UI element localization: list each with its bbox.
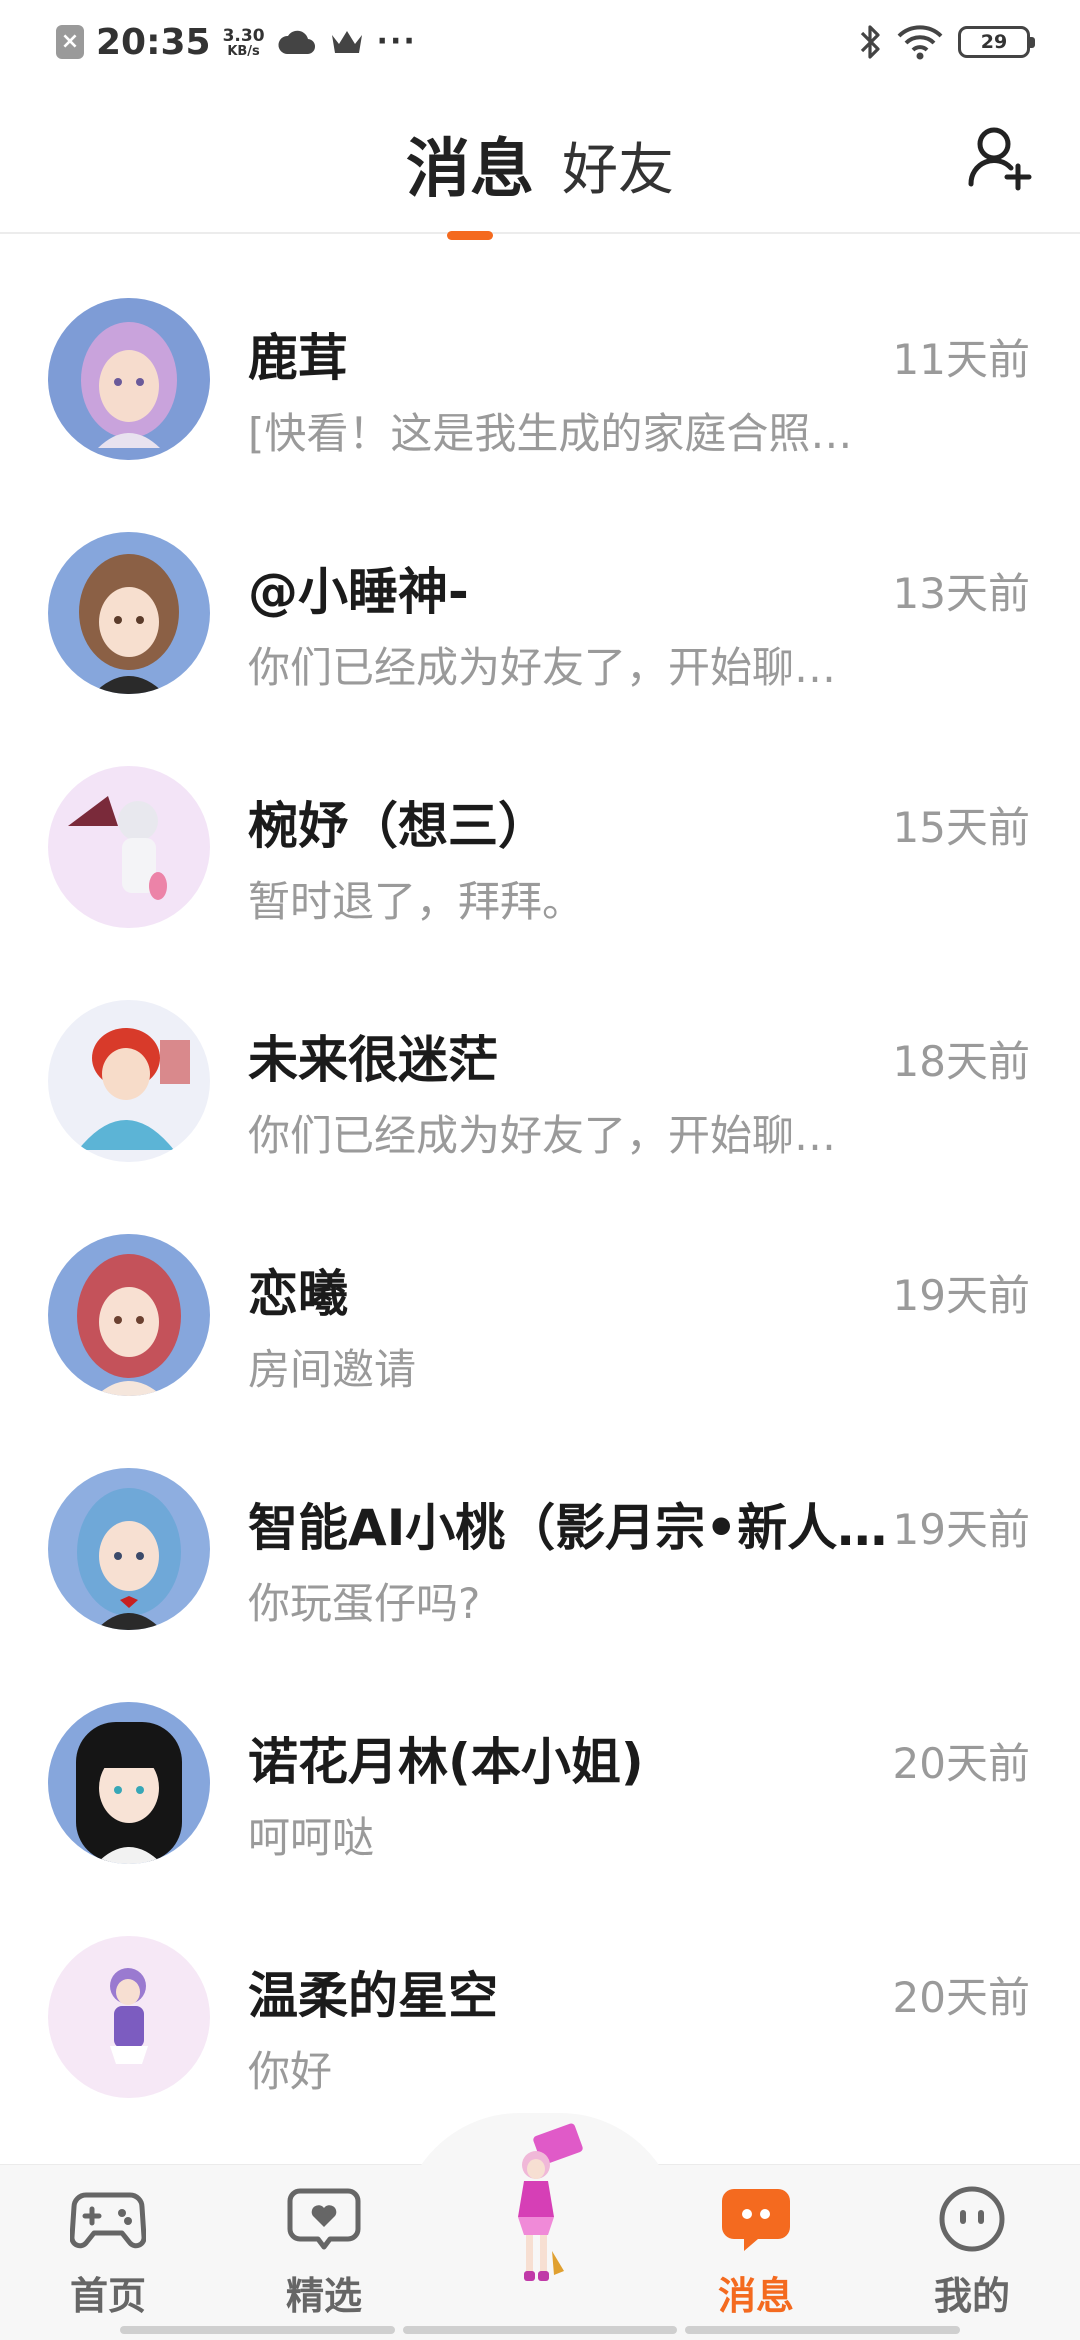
bottom-nav: 首页 精选 消息 我的: [0, 2113, 1080, 2340]
message-time: 20天前: [892, 1739, 1030, 1788]
add-person-icon: [968, 127, 1032, 191]
contact-name: 椀妤（想三）: [248, 797, 548, 855]
tab-messages[interactable]: 消息: [392, 118, 548, 240]
conversation-item[interactable]: 诺花月林(本小姐) 20天前 呵呵哒: [0, 1640, 1080, 1874]
contact-name: 恋曦: [248, 1265, 348, 1323]
notification-close-icon: ×: [56, 25, 84, 59]
nav-home[interactable]: 首页: [18, 2179, 198, 2320]
heart-chat-icon: [284, 2179, 364, 2259]
avatar: [48, 532, 210, 694]
message-preview: 暂时退了，拜拜。: [248, 877, 585, 926]
contact-name: 诺花月林(本小姐): [248, 1733, 644, 1791]
add-friend-button[interactable]: [966, 124, 1036, 194]
conversation-item[interactable]: 未来很迷茫 18天前 你们已经成为好友了，开始聊…: [0, 938, 1080, 1172]
status-time: 20:35: [96, 21, 211, 63]
avatar: [48, 766, 210, 928]
battery-icon: 29: [958, 26, 1035, 58]
character-avatar-button[interactable]: [480, 2121, 600, 2301]
message-preview: 房间邀请: [248, 1345, 417, 1394]
avatar: [48, 1702, 210, 1864]
nav-profile[interactable]: 我的: [882, 2179, 1062, 2320]
avatar: [48, 1936, 210, 2098]
network-speed: 3.30 KB/s: [222, 26, 265, 59]
conversation-item[interactable]: @小睡神- 13天前 你们已经成为好友了，开始聊…: [0, 470, 1080, 704]
conversation-item[interactable]: 智能AI小桃（影月宗•新人… 19天前 你玩蛋仔吗?: [0, 1406, 1080, 1640]
message-time: 19天前: [892, 1271, 1030, 1320]
nav-messages[interactable]: 消息: [666, 2179, 846, 2320]
conversation-list: 鹿茸 11天前 [快看！这是我生成的家庭合照… @小睡神- 13天前 你们已经成…: [0, 236, 1080, 2108]
message-time: 11天前: [892, 335, 1030, 384]
home-indicator: [120, 2326, 961, 2334]
message-preview: 你好: [248, 2047, 333, 2096]
message-preview: 你们已经成为好友了，开始聊…: [248, 643, 837, 692]
tab-friends[interactable]: 好友: [548, 125, 688, 210]
message-time: 15天前: [892, 803, 1030, 852]
avatar: [48, 1000, 210, 1162]
contact-name: 智能AI小桃（影月宗•新人…: [248, 1499, 888, 1557]
message-time: 19天前: [892, 1505, 1030, 1554]
message-preview: 呵呵哒: [248, 1813, 375, 1862]
contact-name: 未来很迷茫: [248, 1031, 498, 1089]
smiley-face-icon: [932, 2179, 1012, 2259]
message-preview: 你玩蛋仔吗?: [248, 1579, 481, 1628]
wifi-icon: [896, 24, 944, 60]
messages-screen: × 20:35 3.30 KB/s ··· 29 消息 好友 鹿茸 11天前 […: [0, 0, 1080, 2340]
contact-name: 温柔的星空: [248, 1967, 498, 2025]
cloud-icon: [277, 27, 317, 57]
conversation-item[interactable]: 鹿茸 11天前 [快看！这是我生成的家庭合照…: [0, 236, 1080, 470]
avatar: [48, 1234, 210, 1396]
avatar: [48, 1468, 210, 1630]
message-time: 13天前: [892, 569, 1030, 618]
message-time: 18天前: [892, 1037, 1030, 1086]
status-bar: × 20:35 3.30 KB/s ··· 29: [0, 0, 1080, 84]
gamepad-icon: [68, 2179, 148, 2259]
conversation-item[interactable]: 椀妤（想三） 15天前 暂时退了，拜拜。: [0, 704, 1080, 938]
contact-name: 鹿茸: [248, 329, 348, 387]
conversation-item[interactable]: 温柔的星空 20天前 你好: [0, 1874, 1080, 2108]
message-preview: 你们已经成为好友了，开始聊…: [248, 1111, 837, 1160]
header: 消息 好友: [0, 84, 1080, 240]
character-avatar-icon: [518, 2123, 583, 2281]
message-preview: [快看！这是我生成的家庭合照…: [248, 409, 853, 458]
conversation-item[interactable]: 恋曦 19天前 房间邀请: [0, 1172, 1080, 1406]
nav-featured[interactable]: 精选: [234, 2179, 414, 2320]
crown-icon: [329, 27, 365, 57]
avatar: [48, 298, 210, 460]
message-time: 20天前: [892, 1973, 1030, 2022]
message-bubble-icon: [716, 2179, 796, 2259]
tab-bar: 消息 好友: [0, 118, 1080, 240]
bluetooth-icon: [858, 23, 882, 61]
contact-name: @小睡神-: [248, 563, 469, 621]
more-notifications-icon: ···: [376, 24, 417, 59]
